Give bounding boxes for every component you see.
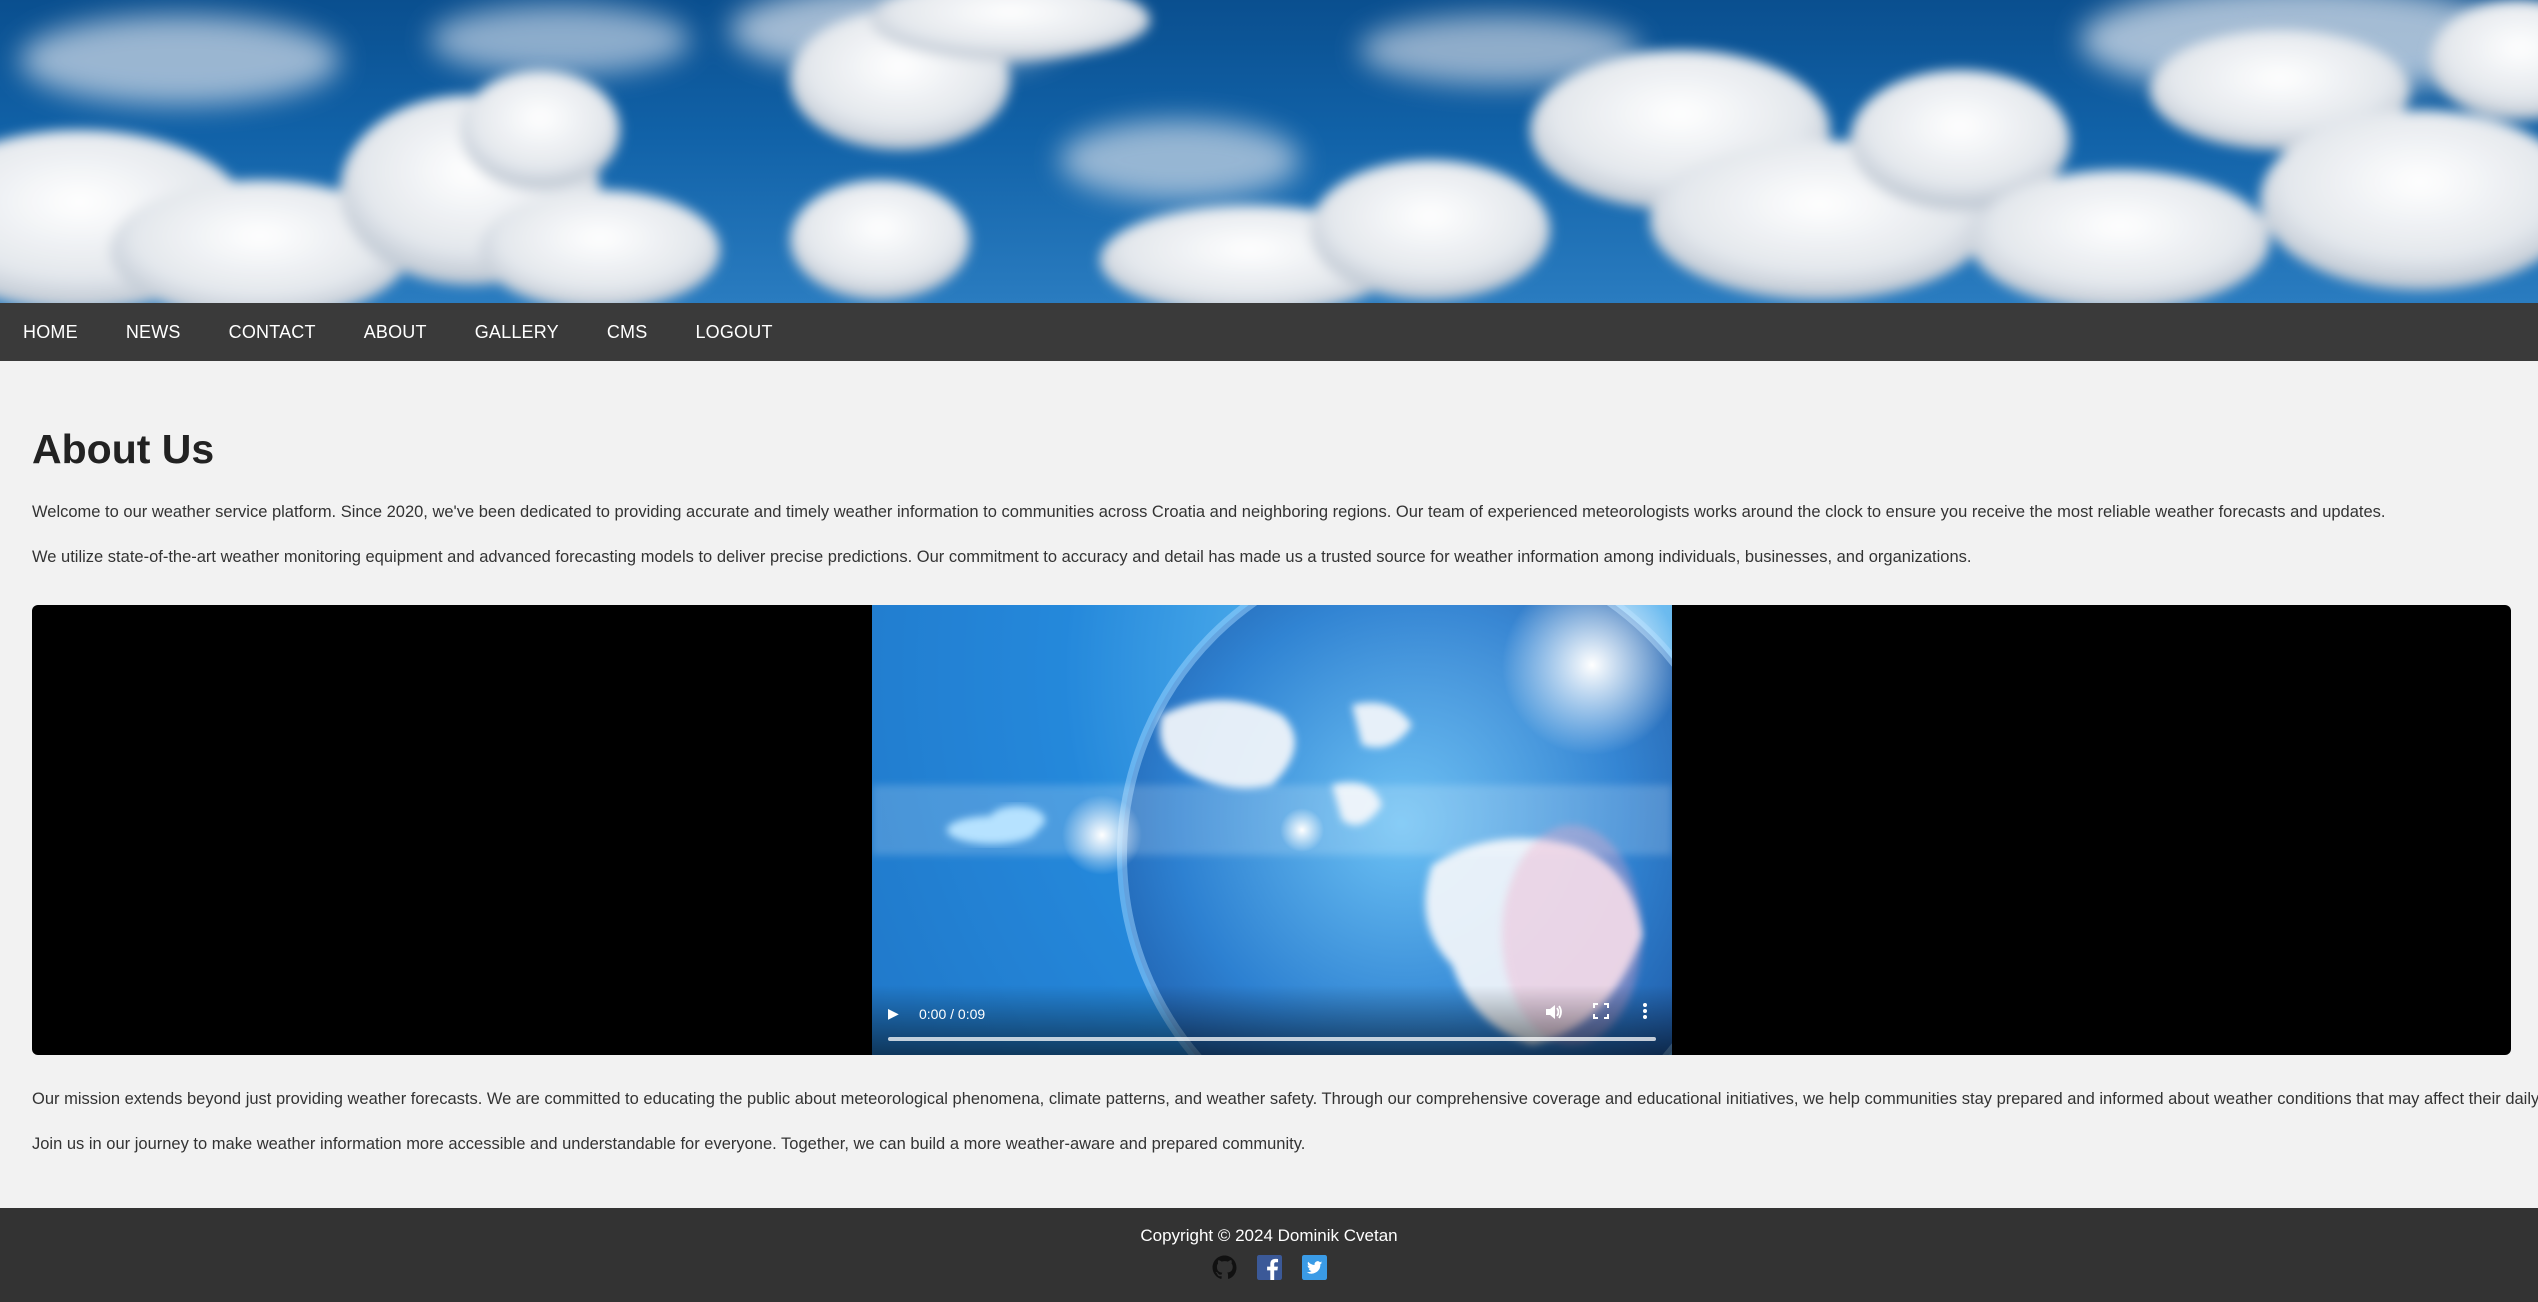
nav-cms[interactable]: CMS: [583, 303, 672, 361]
twitter-icon[interactable]: [1301, 1255, 1327, 1280]
facebook-icon[interactable]: [1256, 1255, 1282, 1280]
nav-contact[interactable]: CONTACT: [205, 303, 340, 361]
github-icon[interactable]: [1212, 1255, 1237, 1280]
nav-about[interactable]: ABOUT: [340, 303, 451, 361]
nav-news[interactable]: NEWS: [102, 303, 205, 361]
page-title: About Us: [32, 426, 215, 472]
nav-home[interactable]: HOME: [0, 303, 102, 361]
main-navbar: HOME NEWS CONTACT ABOUT GALLERY CMS LOGO…: [0, 303, 2538, 361]
play-icon[interactable]: ▶: [888, 1003, 899, 1023]
join-paragraph: Join us in our journey to make weather i…: [32, 1135, 1306, 1153]
nav-logout[interactable]: LOGOUT: [671, 303, 796, 361]
page-footer: Copyright © 2024 Dominik Cvetan: [0, 1208, 2538, 1302]
about-content: About Us Welcome to our weather service …: [32, 361, 2538, 1153]
intro-paragraph: Welcome to our weather service platform.…: [32, 503, 2386, 521]
nav-gallery[interactable]: GALLERY: [451, 303, 583, 361]
video-time: 0:00 / 0:09: [919, 1006, 986, 1022]
mission-paragraph: Our mission extends beyond just providin…: [32, 1090, 2538, 1108]
copyright-text: Copyright © 2024 Dominik Cvetan: [1140, 1226, 1398, 1245]
sky-clouds-image: [0, 0, 2538, 303]
video-frame[interactable]: ▶ 0:00 / 0:09: [872, 605, 1672, 1055]
video-controls: ▶ 0:00 / 0:09: [872, 985, 1672, 1055]
video-progress-bar[interactable]: [888, 1037, 1656, 1041]
technology-paragraph: We utilize state-of-the-art weather moni…: [32, 548, 1972, 566]
social-links: [0, 1255, 2538, 1280]
hero-sky-banner: [0, 0, 2538, 303]
video-player[interactable]: ▶ 0:00 / 0:09: [32, 605, 2511, 1055]
